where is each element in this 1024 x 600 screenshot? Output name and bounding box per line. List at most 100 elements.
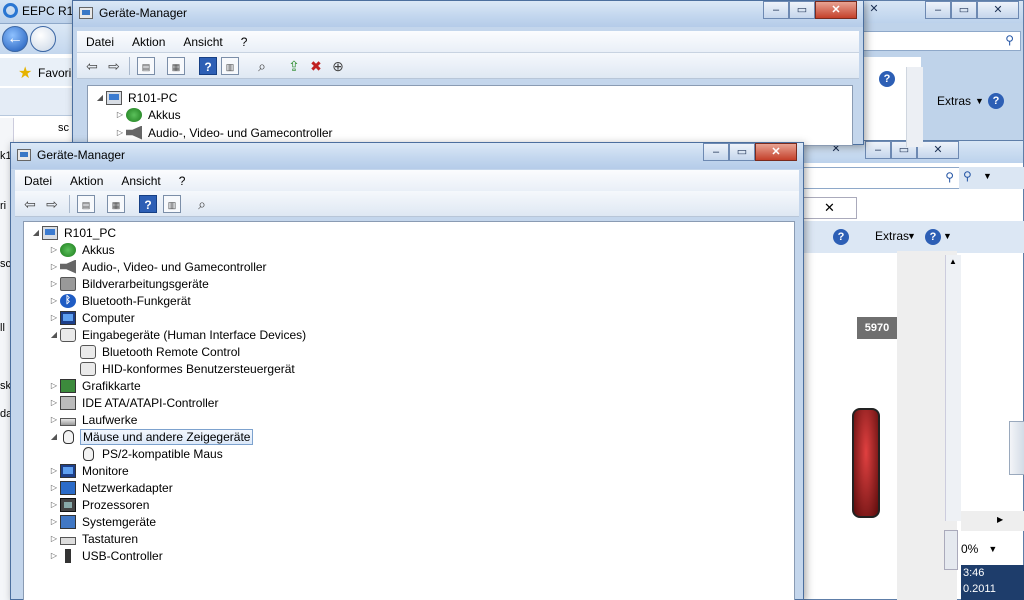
- expand-arrow-icon[interactable]: ▷: [48, 551, 60, 560]
- expand-arrow-icon[interactable]: ▷: [48, 398, 60, 407]
- extras-label[interactable]: Extras: [937, 94, 971, 108]
- maximize-button[interactable]: ▭: [951, 1, 977, 19]
- favorites-star-icon[interactable]: ★: [18, 63, 32, 83]
- tree-item[interactable]: ▷ IDE ATA/ATAPI-Controller: [48, 394, 220, 411]
- expand-arrow-icon[interactable]: ▷: [48, 279, 60, 288]
- tree-item[interactable]: ▷ Computer: [48, 309, 137, 326]
- search-icon[interactable]: ⚲: [945, 170, 954, 184]
- close-button[interactable]: ✕: [815, 1, 857, 19]
- collapse-arrow-icon[interactable]: ◢: [48, 432, 60, 441]
- show-hide-console-icon[interactable]: ▤: [77, 195, 95, 213]
- tree-item[interactable]: ▷ USB-Controller: [48, 547, 165, 564]
- minimize-button[interactable]: –: [763, 1, 789, 19]
- menu-ansicht[interactable]: Ansicht: [112, 174, 169, 188]
- tree-item[interactable]: ▷ Monitore: [48, 462, 131, 479]
- help-icon[interactable]: ?: [879, 71, 895, 87]
- scroll-right-icon[interactable]: ▶: [997, 515, 1003, 524]
- help-icon[interactable]: ?: [925, 229, 941, 245]
- uninstall-icon[interactable]: ✖: [307, 57, 325, 75]
- menu-help[interactable]: ?: [232, 35, 257, 49]
- forward-arrow-icon[interactable]: [30, 26, 56, 52]
- update-driver-icon[interactable]: ⇪: [285, 57, 303, 75]
- help-icon[interactable]: ?: [139, 195, 157, 213]
- collapse-arrow-icon[interactable]: ◢: [94, 93, 106, 102]
- tree-item[interactable]: ▷ Tastaturen: [48, 530, 140, 547]
- tab-close-area[interactable]: ✕: [801, 197, 857, 219]
- tree-item[interactable]: ▷ Systemgeräte: [48, 513, 158, 530]
- expand-arrow-icon[interactable]: ▷: [48, 415, 60, 424]
- menu-datei[interactable]: Datei: [15, 174, 61, 188]
- forward-arrow-icon[interactable]: ⇨: [43, 195, 61, 213]
- close-button[interactable]: ✕: [755, 143, 797, 161]
- properties-icon[interactable]: ▦: [107, 195, 125, 213]
- minimize-button[interactable]: –: [925, 1, 951, 19]
- extras-label[interactable]: Extras: [875, 229, 909, 243]
- collapse-arrow-icon[interactable]: ◢: [48, 330, 60, 339]
- tree-item[interactable]: ▷ Bildverarbeitungsgeräte: [48, 275, 211, 292]
- tree-item[interactable]: ▷ Laufwerke: [48, 411, 139, 428]
- menu-datei[interactable]: Datei: [77, 35, 123, 49]
- back-arrow-icon[interactable]: ⇦: [21, 195, 39, 213]
- expand-arrow-icon[interactable]: ▷: [48, 517, 60, 526]
- back-arrow-icon[interactable]: ←: [2, 26, 28, 52]
- scan-hardware-icon[interactable]: ⌕: [193, 195, 211, 213]
- expand-arrow-icon[interactable]: ▷: [48, 313, 60, 322]
- scrollbar-thumb[interactable]: [1009, 421, 1024, 475]
- expand-arrow-icon[interactable]: ▷: [48, 483, 60, 492]
- tree-child-item[interactable]: HID-konformes Benutzersteuergerät: [68, 360, 297, 377]
- expand-arrow-icon[interactable]: ▷: [114, 128, 126, 137]
- show-hide-console-icon[interactable]: ▤: [137, 57, 155, 75]
- help-icon[interactable]: ?: [199, 57, 217, 75]
- tree-root[interactable]: ◢ R101_PC: [30, 224, 118, 241]
- tree-item[interactable]: ▷ Grafikkarte: [48, 377, 143, 394]
- tree-child-item[interactable]: PS/2-kompatible Maus: [68, 445, 225, 462]
- action-pane-icon[interactable]: ▥: [221, 57, 239, 75]
- expand-arrow-icon[interactable]: ▷: [48, 466, 60, 475]
- tree-item[interactable]: ▷ Netzwerkadapter: [48, 479, 175, 496]
- close-x-icon[interactable]: ✕: [861, 1, 887, 19]
- zoom-control[interactable]: 0% ▼: [961, 537, 1024, 561]
- collapse-arrow-icon[interactable]: ◢: [30, 228, 42, 237]
- scroll-up-icon[interactable]: ▲: [949, 257, 957, 266]
- zoom-label[interactable]: 0%: [961, 542, 978, 556]
- search-icon[interactable]: ⚲: [1005, 33, 1014, 47]
- close-button[interactable]: ✕: [977, 1, 1019, 19]
- scrollbar-thumb[interactable]: [944, 530, 958, 570]
- favorites-label[interactable]: Favori: [38, 66, 71, 80]
- tree-item[interactable]: ◢ Eingabegeräte (Human Interface Devices): [48, 326, 308, 343]
- search-dropdown[interactable]: ⚲ ▼: [959, 167, 1024, 189]
- back-arrow-icon[interactable]: ⇦: [83, 57, 101, 75]
- help-icon[interactable]: ?: [833, 229, 849, 245]
- tree-item[interactable]: ▷ Prozessoren: [48, 496, 151, 513]
- help-icon[interactable]: ?: [987, 93, 1004, 109]
- content-scrollbar[interactable]: ▲: [945, 255, 961, 521]
- maximize-button[interactable]: ▭: [789, 1, 815, 19]
- search-input[interactable]: ⚲: [861, 31, 1021, 51]
- close-button[interactable]: ✕: [917, 141, 959, 159]
- tree-item-audio[interactable]: ▷ Audio-, Video- und Gamecontroller: [114, 124, 335, 141]
- tree-child-item[interactable]: Bluetooth Remote Control: [68, 343, 242, 360]
- minimize-button[interactable]: –: [865, 141, 891, 159]
- menu-ansicht[interactable]: Ansicht: [174, 35, 231, 49]
- tree-item-akkus[interactable]: ▷ Akkus: [114, 106, 183, 123]
- expand-arrow-icon[interactable]: ▷: [48, 500, 60, 509]
- extras-menu[interactable]: Extras ▼ ?: [937, 93, 1004, 109]
- taskbar-clock[interactable]: 3:46 0.2011: [961, 565, 1024, 600]
- menu-help[interactable]: ?: [170, 174, 195, 188]
- expand-arrow-icon[interactable]: ▷: [48, 296, 60, 305]
- menu-aktion[interactable]: Aktion: [123, 35, 174, 49]
- search-input[interactable]: ⚲: [801, 167, 961, 189]
- close-tab-icon[interactable]: ✕: [824, 200, 835, 216]
- forward-arrow-icon[interactable]: ⇨: [105, 57, 123, 75]
- tree-item[interactable]: ▷ Audio-, Video- und Gamecontroller: [48, 258, 269, 275]
- expand-arrow-icon[interactable]: ▷: [48, 534, 60, 543]
- menu-aktion[interactable]: Aktion: [61, 174, 112, 188]
- expand-arrow-icon[interactable]: ▷: [48, 262, 60, 271]
- search-icon[interactable]: ⚲: [963, 169, 972, 183]
- maximize-button[interactable]: ▭: [729, 143, 755, 161]
- properties-icon[interactable]: ▦: [167, 57, 185, 75]
- minimize-button[interactable]: –: [703, 143, 729, 161]
- tree-item[interactable]: ▷ ᛒ Bluetooth-Funkgerät: [48, 292, 193, 309]
- expand-arrow-icon[interactable]: ▷: [114, 110, 126, 119]
- tree-root[interactable]: ◢ R101-PC: [94, 89, 179, 106]
